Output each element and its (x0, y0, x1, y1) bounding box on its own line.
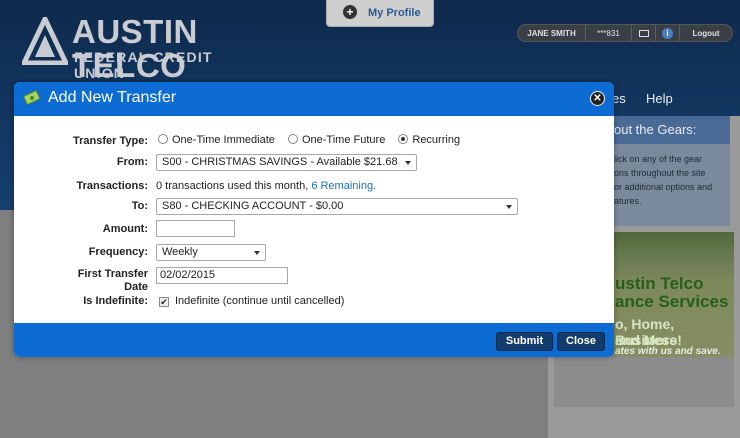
indefinite-checkbox[interactable]: ✔ Indefinite (continue until cancelled) (159, 295, 344, 307)
amount-label: Amount: (102, 223, 148, 235)
frequency-label: Frequency: (88, 246, 148, 258)
my-profile-tab[interactable]: + My Profile (326, 0, 434, 27)
submit-button[interactable]: Submit (496, 332, 553, 351)
remaining-link[interactable]: 6 Remaining. (311, 180, 376, 192)
frequency-value: Weekly (162, 246, 198, 258)
indefinite-checkbox-label: Indefinite (continue until cancelled) (175, 295, 345, 307)
bank-logo[interactable]: AUSTIN TELCO FEDERAL CREDIT UNION (22, 15, 257, 83)
chevron-down-icon (254, 251, 260, 255)
to-account-select[interactable]: S80 - CHECKING ACCOUNT - $0.00 (156, 198, 518, 215)
add-transfer-dialog: Add New Transfer ✕ Transfer Type: One-Ti… (14, 82, 614, 357)
logout-link[interactable]: Logout (680, 25, 732, 41)
radio-one-time-immediate[interactable]: One-Time Immediate (158, 134, 275, 146)
ad-line: ustin Telco (615, 274, 704, 293)
ad-line: ance Services (615, 292, 729, 311)
radio-label: One-Time Future (301, 134, 386, 146)
amount-input[interactable] (156, 220, 235, 237)
ad-line: ates with us and save. (615, 346, 721, 357)
close-button[interactable]: Close (557, 332, 605, 351)
nav-item-partial[interactable]: es (612, 91, 626, 106)
user-bar: JANE SMITH ***831 i Logout (517, 24, 733, 42)
dialog-title: Add New Transfer (48, 89, 177, 106)
transfer-type-label: Transfer Type: (73, 135, 148, 147)
info-icon[interactable]: i (656, 25, 680, 41)
transactions-text: 0 transactions used this month, (156, 180, 309, 192)
nav-item-help[interactable]: Help (646, 91, 673, 106)
radio-one-time-future[interactable]: One-Time Future (287, 134, 386, 146)
radio-recurring[interactable]: Recurring (398, 134, 460, 146)
first-transfer-date-input[interactable]: 02/02/2015 (156, 267, 288, 284)
radio-label: Recurring (412, 134, 461, 146)
from-account-value: S00 - CHRISTMAS SAVINGS - Available $21.… (162, 156, 398, 168)
plus-circle-icon: + (343, 5, 357, 19)
gears-line: lick on any of the gear (614, 154, 703, 164)
bank-subtitle: FEDERAL CREDIT UNION (74, 49, 213, 81)
gears-line: ons throughout the site (614, 168, 706, 178)
is-indefinite-label: Is Indefinite: (83, 295, 148, 307)
to-label: To: (131, 200, 148, 212)
transfer-form: Transfer Type: One-Time Immediate One-Ti… (14, 116, 614, 323)
account-number[interactable]: ***831 (586, 25, 632, 41)
dialog-header: Add New Transfer ✕ (14, 82, 614, 116)
first-transfer-label-line1: First Transfer (77, 268, 148, 280)
insurer-logos (554, 357, 734, 407)
from-account-select[interactable]: S00 - CHRISTMAS SAVINGS - Available $21.… (156, 154, 417, 171)
to-account-value: S80 - CHECKING ACCOUNT - $0.00 (162, 200, 344, 212)
logo-mark-icon (22, 17, 68, 65)
first-transfer-label-line2: Date (124, 281, 148, 293)
mail-icon[interactable] (632, 25, 656, 41)
my-profile-label: My Profile (368, 7, 421, 19)
checkmark-icon: ✔ (159, 297, 169, 307)
dialog-footer: Submit Close (14, 323, 614, 357)
gears-line: or additional options and (614, 182, 713, 192)
money-transfer-icon (23, 90, 41, 105)
radio-label: One-Time Immediate (172, 134, 275, 146)
user-name[interactable]: JANE SMITH (518, 25, 586, 41)
from-label: From: (116, 156, 148, 168)
first-transfer-date-label: First Transfer Date (78, 268, 148, 294)
gears-line: atures. (614, 196, 642, 206)
transactions-label: Transactions: (76, 180, 148, 192)
chevron-down-icon (405, 161, 411, 165)
close-icon[interactable]: ✕ (590, 91, 605, 106)
chevron-down-icon (506, 205, 512, 209)
frequency-select[interactable]: Weekly (156, 244, 266, 261)
